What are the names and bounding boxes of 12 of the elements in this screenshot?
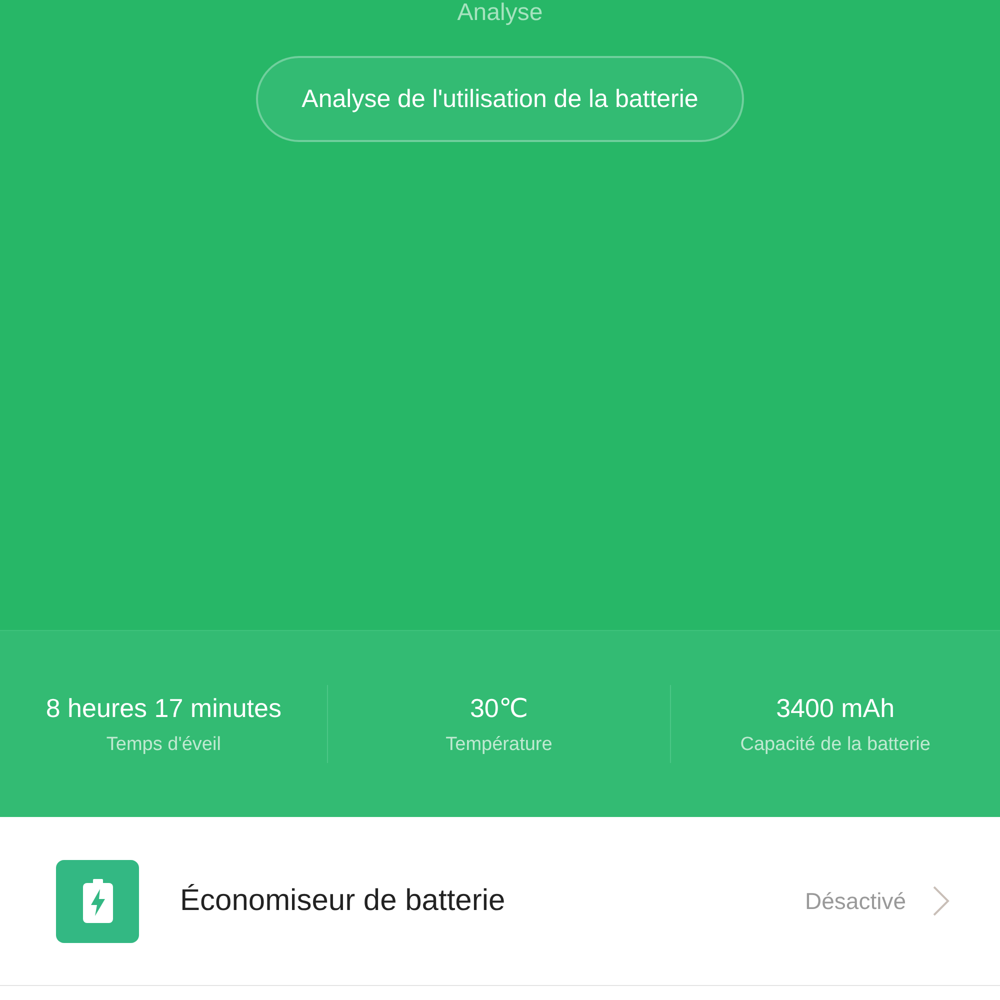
stat-label: Température: [446, 734, 552, 756]
setting-title: Économiseur de batterie: [180, 884, 506, 918]
settings-row[interactable]: Économiseur de batterie Désactivé: [0, 817, 1000, 986]
stat-label: Capacité de la batterie: [740, 734, 930, 756]
stat-label: Temps d'éveil: [106, 734, 221, 756]
stat-value: 8 heures 17 minutes: [46, 692, 282, 724]
setting-status: Désactivé: [805, 888, 906, 914]
chevron-icon: [932, 885, 950, 917]
stat-value: 3400 mAh: [776, 692, 895, 724]
stat-value: 30℃: [470, 692, 528, 724]
battery-icon: [56, 860, 139, 942]
header-title: Analyse: [457, 0, 543, 26]
